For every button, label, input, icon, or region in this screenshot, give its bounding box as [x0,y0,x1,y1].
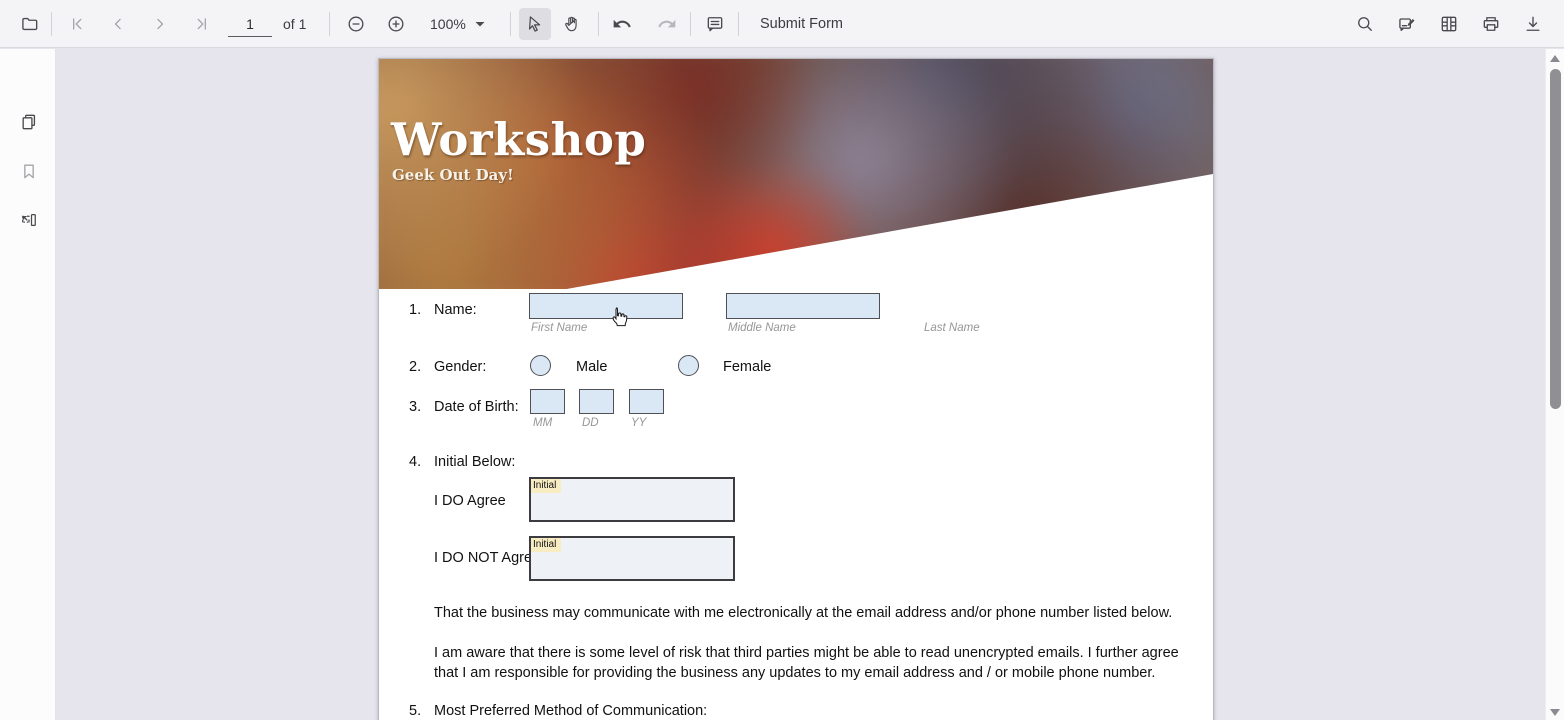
bookmarks-panel-button[interactable] [16,158,42,184]
header-banner-image: Workshop Geek Out Day! [379,59,1213,289]
scroll-up-arrow[interactable] [1550,55,1560,62]
hand-icon [562,14,582,34]
last-page-button[interactable] [186,8,218,40]
last-name-caption: Last Name [924,322,980,334]
pages-icon [19,112,39,132]
scrollbar-thumb[interactable] [1550,69,1561,409]
gender-male-radio[interactable] [530,355,551,376]
first-page-button[interactable] [61,8,93,40]
next-page-button[interactable] [144,8,176,40]
initial-tag: Initial [531,479,561,493]
q1-label: Name: [434,302,477,318]
bookmark-icon [19,161,39,181]
form-title: Workshop [391,113,646,166]
signature-panel-icon [19,210,39,230]
zoom-in-button[interactable] [380,8,412,40]
gender-female-radio[interactable] [678,355,699,376]
middle-name-caption: Middle Name [728,322,796,334]
form-subtitle: Geek Out Day! [392,166,514,184]
hand-cursor-pointer [607,304,631,330]
signatures-panel-button[interactable] [16,207,42,233]
pdf-page: Workshop Geek Out Day! 1. Name: First Na… [378,58,1214,720]
download-icon [1523,14,1543,34]
left-panel-bar [0,49,56,720]
q2-label: Gender: [434,359,486,375]
cursor-arrow-icon [525,14,545,34]
q2-number: 2. [409,359,421,375]
not-agree-label: I DO NOT Agree [434,550,540,566]
toolbar-divider [329,12,330,36]
female-label: Female [723,359,771,375]
dob-day-field[interactable] [579,389,614,414]
document-viewport[interactable]: Workshop Geek Out Day! 1. Name: First Na… [57,49,1545,720]
consent-paragraph-1: That the business may communicate with m… [434,603,1174,623]
chevron-right-icon [150,14,170,34]
annotate-button[interactable] [1391,8,1423,40]
thumbnails-grid-button[interactable] [1433,8,1465,40]
toolbar-divider [690,12,691,36]
q4-number: 4. [409,454,421,470]
zoom-in-icon [386,14,406,34]
q5-number: 5. [409,703,421,719]
search-icon [1355,14,1375,34]
dd-caption: DD [582,417,599,429]
toolbar-divider [598,12,599,36]
scroll-down-arrow[interactable] [1550,709,1560,716]
redo-icon [657,14,677,34]
middle-name-field[interactable] [726,293,880,319]
first-name-caption: First Name [531,322,587,334]
zoom-out-button[interactable] [340,8,372,40]
q3-number: 3. [409,399,421,415]
undo-button[interactable] [606,8,638,40]
vertical-scrollbar[interactable] [1545,49,1564,720]
undo-icon [612,14,632,34]
first-name-field[interactable] [529,293,683,319]
previous-page-button[interactable] [102,8,134,40]
q3-label: Date of Birth: [434,399,519,415]
page-count-label: of 1 [283,0,306,48]
last-page-icon [192,14,212,34]
zoom-out-icon [346,14,366,34]
consent-paragraph-2: I am aware that there is some level of r… [434,643,1184,683]
page-number-input[interactable] [228,11,272,37]
grid-icon [1439,14,1459,34]
q1-number: 1. [409,302,421,318]
zoom-level-value: 100% [430,16,466,32]
printer-icon [1481,14,1501,34]
toolbar: of 1 100% Submit Fo [0,0,1564,48]
search-button[interactable] [1349,8,1381,40]
redo-button[interactable] [651,8,683,40]
toolbar-divider [738,12,739,36]
thumbnails-panel-button[interactable] [16,109,42,135]
print-button[interactable] [1475,8,1507,40]
agree-initial-field[interactable]: Initial [529,477,735,522]
dob-year-field[interactable] [629,389,664,414]
note-edit-icon [1397,14,1417,34]
comment-icon [705,14,725,34]
open-file-button[interactable] [14,8,46,40]
not-agree-initial-field[interactable]: Initial [529,536,735,581]
pan-tool-button[interactable] [556,8,588,40]
mm-caption: MM [533,417,552,429]
select-tool-button[interactable] [519,8,551,40]
yy-caption: YY [631,417,646,429]
first-page-icon [67,14,87,34]
download-button[interactable] [1517,8,1549,40]
folder-icon [20,14,40,34]
agree-label: I DO Agree [434,493,506,509]
male-label: Male [576,359,607,375]
chevron-down-icon [474,20,486,28]
dob-month-field[interactable] [530,389,565,414]
toolbar-divider [51,12,52,36]
toolbar-divider [510,12,511,36]
initial-tag: Initial [531,538,561,552]
zoom-level-dropdown[interactable]: 100% [424,8,492,40]
q4-label: Initial Below: [434,454,515,470]
comment-button[interactable] [699,8,731,40]
q5-label: Most Preferred Method of Communication: [434,703,707,719]
submit-form-button[interactable]: Submit Form [752,8,851,40]
pdf-viewer-app: of 1 100% Submit Fo [0,0,1564,720]
chevron-left-icon [108,14,128,34]
